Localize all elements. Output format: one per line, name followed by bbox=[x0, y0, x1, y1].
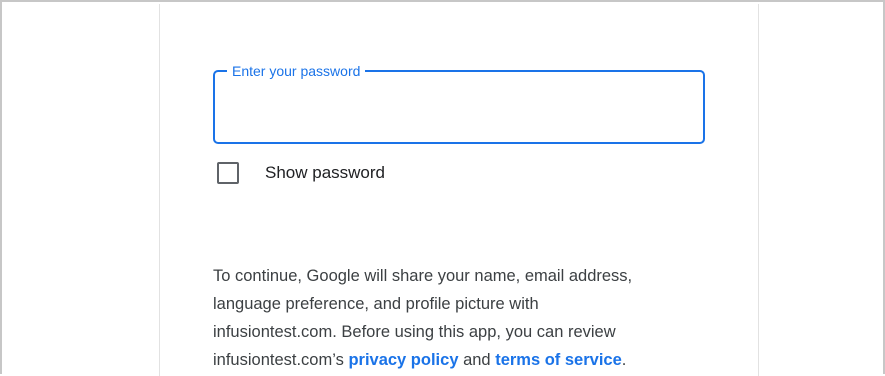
privacy-policy-link[interactable]: privacy policy bbox=[348, 351, 458, 369]
disclaimer-line-2: language preference, and profile picture… bbox=[213, 295, 539, 313]
disclaimer-line-4: infusiontest.com’s privacy policy and te… bbox=[213, 346, 713, 374]
password-input[interactable] bbox=[229, 92, 689, 122]
show-password-row[interactable]: Show password bbox=[217, 160, 385, 186]
disclaimer-line-3: infusiontest.com. Before using this app,… bbox=[213, 323, 616, 341]
window-frame: Enter your password Show password To con… bbox=[0, 0, 885, 376]
show-password-checkbox[interactable] bbox=[217, 162, 239, 184]
disclaimer-line-1: To continue, Google will share your name… bbox=[213, 267, 633, 285]
password-field[interactable]: Enter your password bbox=[213, 62, 705, 144]
sign-in-card: Enter your password Show password To con… bbox=[159, 4, 759, 376]
disclaimer-and-text: and bbox=[458, 351, 496, 369]
disclaimer-line-4-suffix: . bbox=[621, 351, 627, 369]
show-password-label[interactable]: Show password bbox=[265, 162, 385, 184]
disclaimer-line-4-prefix: infusiontest.com’s bbox=[213, 351, 349, 369]
consent-disclaimer: To continue, Google will share your name… bbox=[213, 262, 713, 374]
password-field-label: Enter your password bbox=[227, 62, 366, 80]
terms-of-service-link[interactable]: terms of service bbox=[495, 351, 622, 369]
